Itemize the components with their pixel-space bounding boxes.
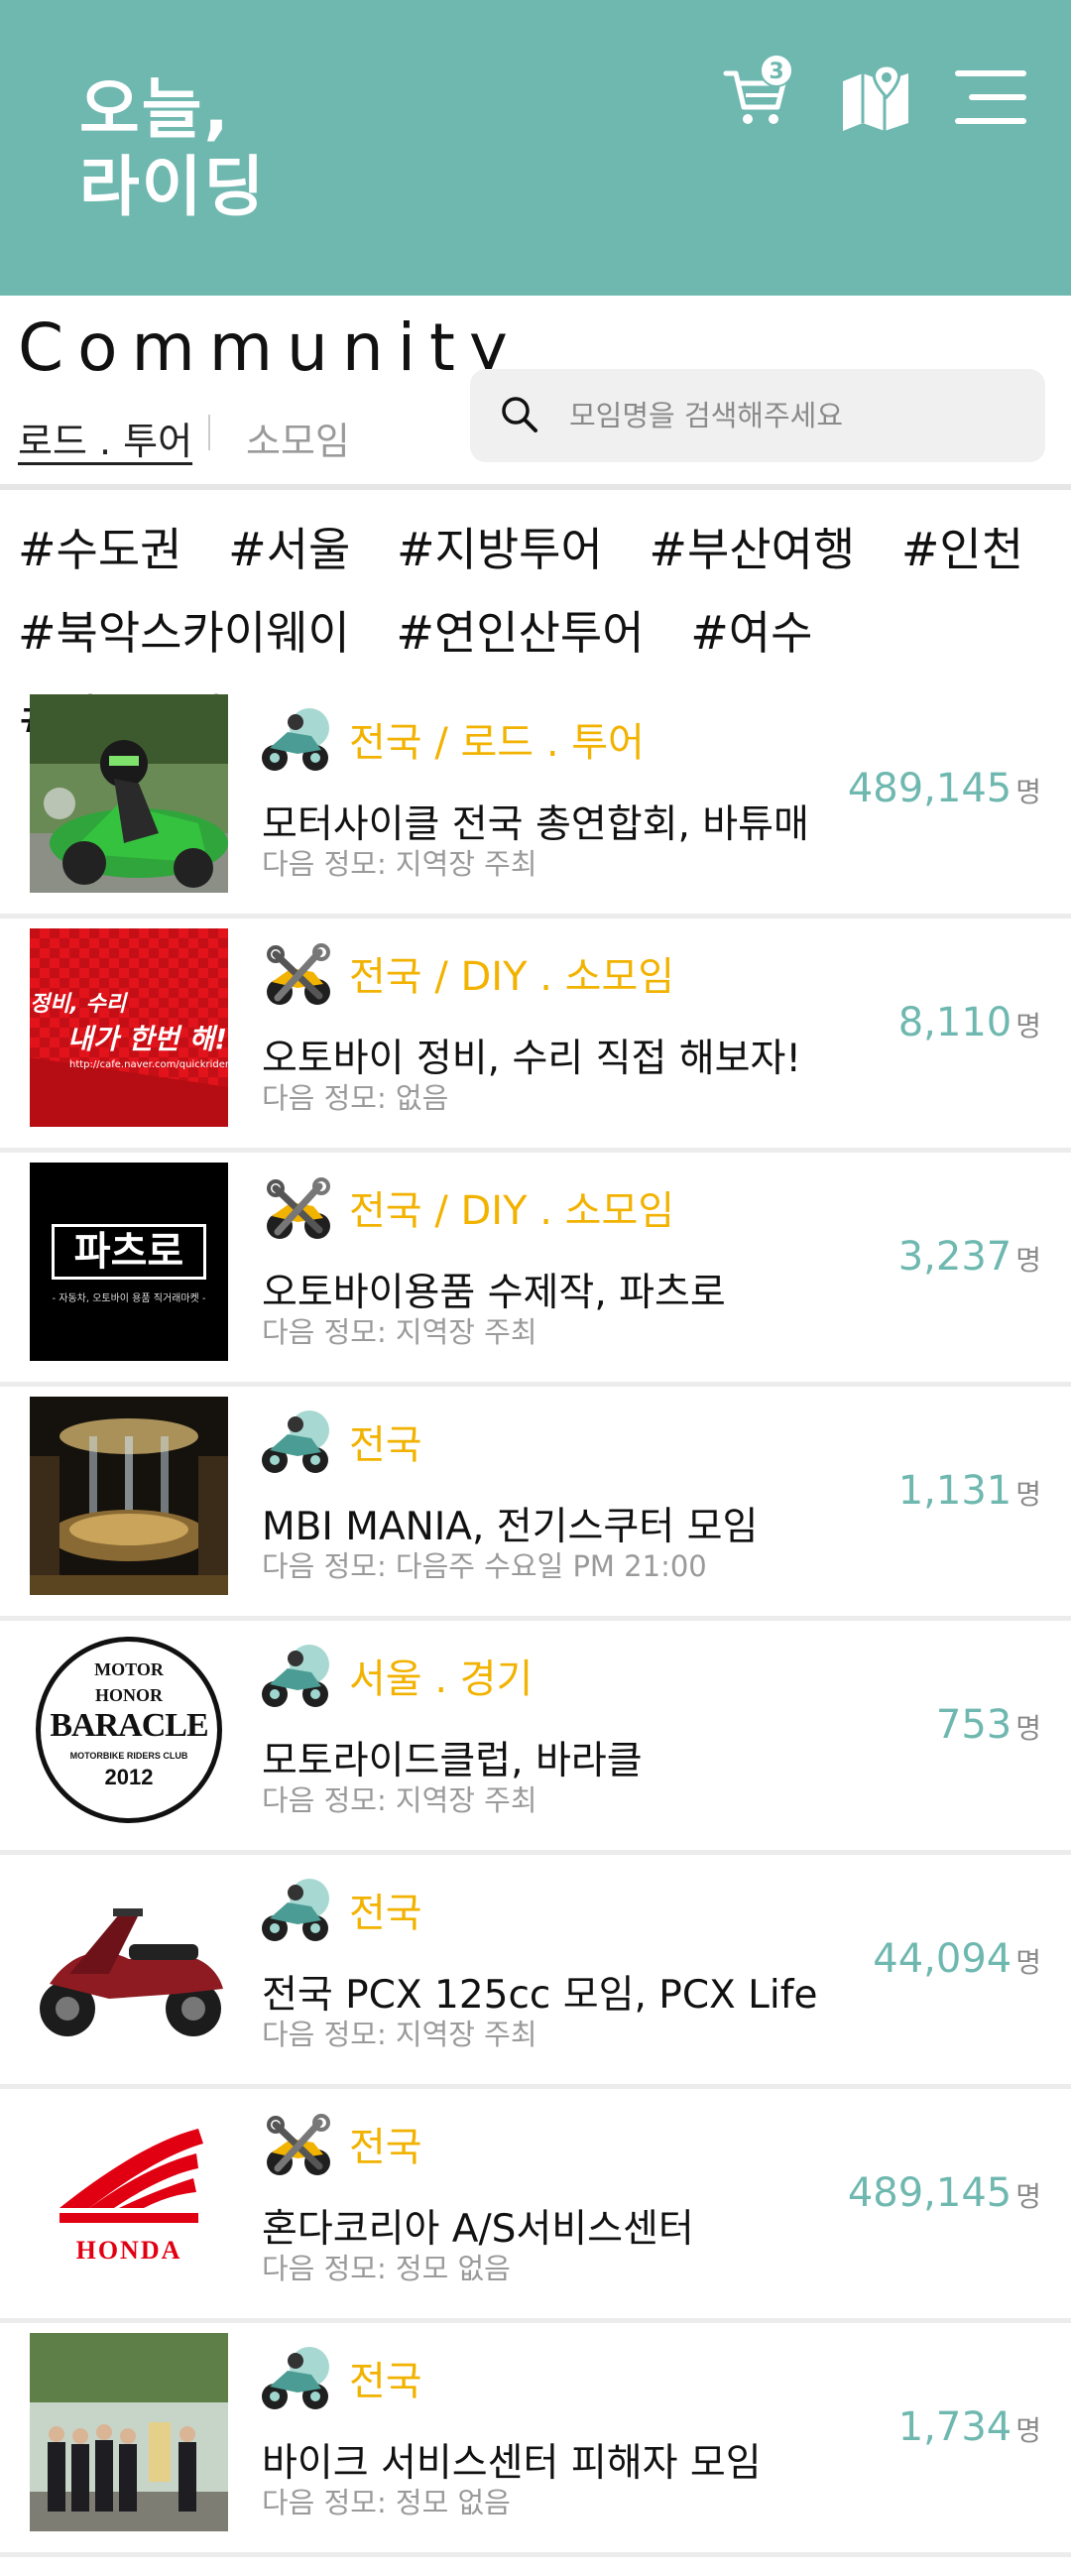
motorcycle-icon <box>262 1879 329 1941</box>
hashtag[interactable]: #연인산투어 <box>396 591 644 675</box>
honda-wing-logo <box>60 2129 203 2223</box>
member-count: 489,145 명 <box>847 766 1041 811</box>
map-button[interactable] <box>839 61 918 141</box>
group-thumbnail <box>30 2333 228 2531</box>
menu-button[interactable] <box>952 61 1031 141</box>
member-count: 8,110 명 <box>897 1000 1041 1045</box>
group-category: 전국 / DIY . 소모임 <box>349 954 675 1000</box>
group-category: 전국 <box>349 2125 422 2170</box>
group-thumbnail: 정비, 수리 내가 한번 해! http://cafe.naver.com/qu… <box>30 928 228 1127</box>
thumbnail-caption: HONDA <box>75 2236 182 2265</box>
motorcycle-icon <box>262 1411 329 1473</box>
next-meeting: 다음 정모: 없음 <box>262 1081 449 1115</box>
next-meeting: 다음 정모: 지역장 주최 <box>262 1315 537 1349</box>
hashtag[interactable]: #인천 <box>901 508 1023 591</box>
list-item[interactable]: 정비, 수리 내가 한번 해! http://cafe.naver.com/qu… <box>0 919 1071 1153</box>
hashtag[interactable]: #여수 <box>690 591 812 675</box>
tab-road-tour[interactable]: 로드 . 투어 <box>18 411 192 465</box>
tab-divider <box>208 415 210 450</box>
group-category: 전국 / DIY . 소모임 <box>349 1188 675 1234</box>
thumbnail-logo: MOTOR HONOR BARACLE MOTORBIKE RIDERS CLU… <box>36 1637 222 1823</box>
hashtag[interactable]: #서울 <box>228 508 350 591</box>
list-item[interactable]: MOTOR HONOR BARACLE MOTORBIKE RIDERS CLU… <box>0 1621 1071 1855</box>
list-item[interactable]: 전국 MBI MANIA, 전기스쿠터 모임 다음 정모: 다음주 수요일 PM… <box>0 1387 1071 1621</box>
member-count: 489,145 명 <box>847 2170 1041 2216</box>
page-title: Community <box>18 309 522 386</box>
thumbnail-caption: 내가 한번 해! <box>67 1023 228 1055</box>
list-item[interactable]: 전국 바이크 서비스센터 피해자 모임 다음 정모: 정모 없음 1,734 명 <box>0 2323 1071 2557</box>
motorcycle-icon <box>262 1645 329 1707</box>
map-icon <box>843 63 908 131</box>
search-input[interactable] <box>569 369 1025 462</box>
app-logo[interactable]: 오늘, 라이딩 <box>79 71 266 226</box>
list-item[interactable]: HONDA 전국 혼다코리아 A/S서비스센터 다음 정모: 정모 없음 489… <box>0 2089 1071 2323</box>
cart-button[interactable]: 3 <box>722 54 801 141</box>
tools-icon <box>267 2114 330 2175</box>
app-header: 오늘, 라이딩 3 <box>0 0 1071 296</box>
group-thumbnail: HONDA <box>30 2099 228 2297</box>
member-count: 44,094 명 <box>873 1936 1041 1982</box>
group-category: 서울 . 경기 <box>349 1656 534 1702</box>
tab-small-group[interactable]: 소모임 <box>246 411 350 465</box>
list-item[interactable]: 전국 전국 PCX 125cc 모임, PCX Life 다음 정모: 지역장 … <box>0 1855 1071 2089</box>
member-count: 1,131 명 <box>897 1468 1041 1514</box>
member-count: 3,237 명 <box>897 1234 1041 1280</box>
search-bar <box>470 369 1045 462</box>
group-thumbnail: 파츠로 - 자동차, 오토바이 용품 직거래마켓 - <box>30 1163 228 1361</box>
logo-line2: 라이딩 <box>79 149 267 225</box>
thumbnail-caption: 정비, 수리 <box>30 992 126 1017</box>
thumbnail-logo: 파츠로 <box>52 1224 206 1280</box>
list-item[interactable]: 전국 / 로드 . 투어 모터사이클 전국 총연합회, 바튜매 다음 정모: 지… <box>0 684 1071 919</box>
next-meeting: 다음 정모: 정모 없음 <box>262 2252 511 2285</box>
search-icon[interactable] <box>500 395 539 434</box>
next-meeting: 다음 정모: 지역장 주최 <box>262 2018 537 2051</box>
member-count: 753 명 <box>935 1702 1041 1748</box>
group-list: 전국 / 로드 . 투어 모터사이클 전국 총연합회, 바튜매 다음 정모: 지… <box>0 684 1071 2557</box>
next-meeting: 다음 정모: 지역장 주최 <box>262 1783 537 1817</box>
thumbnail-caption: http://cafe.naver.com/quickrider <box>69 1059 228 1070</box>
next-meeting: 다음 정모: 정모 없음 <box>262 2486 511 2519</box>
list-item[interactable]: 파츠로 - 자동차, 오토바이 용품 직거래마켓 - 전국 / DIY . 소모… <box>0 1153 1071 1387</box>
tools-icon <box>267 1177 330 1239</box>
group-thumbnail <box>30 1397 228 1595</box>
group-thumbnail <box>30 1865 228 2063</box>
group-category: 전국 <box>349 1422 422 1468</box>
group-thumbnail: MOTOR HONOR BARACLE MOTORBIKE RIDERS CLU… <box>30 1631 228 1829</box>
logo-line1: 오늘, <box>79 71 231 148</box>
group-category: 전국 <box>349 1891 422 1936</box>
tools-icon <box>267 943 330 1005</box>
hamburger-menu-icon <box>955 70 1026 124</box>
hashtag[interactable]: #지방투어 <box>397 508 603 591</box>
group-category: 전국 / 로드 . 투어 <box>349 720 645 766</box>
thumbnail-caption: - 자동차, 오토바이 용품 직거래마켓 - <box>52 1293 206 1304</box>
motorcycle-icon <box>262 708 329 771</box>
hashtag[interactable]: #북악스카이웨이 <box>18 591 350 675</box>
member-count: 1,734 명 <box>897 2404 1041 2450</box>
motorcycle-icon <box>262 2347 329 2409</box>
section-divider <box>0 484 1071 490</box>
group-category: 전국 <box>349 2359 422 2404</box>
hashtag[interactable]: #부산여행 <box>649 508 855 591</box>
group-thumbnail <box>30 694 228 893</box>
hashtag[interactable]: #수도권 <box>18 508 182 591</box>
next-meeting: 다음 정모: 다음주 수요일 PM 21:00 <box>262 1549 707 1583</box>
cart-count-badge: 3 <box>760 54 793 87</box>
next-meeting: 다음 정모: 지역장 주최 <box>262 847 537 881</box>
